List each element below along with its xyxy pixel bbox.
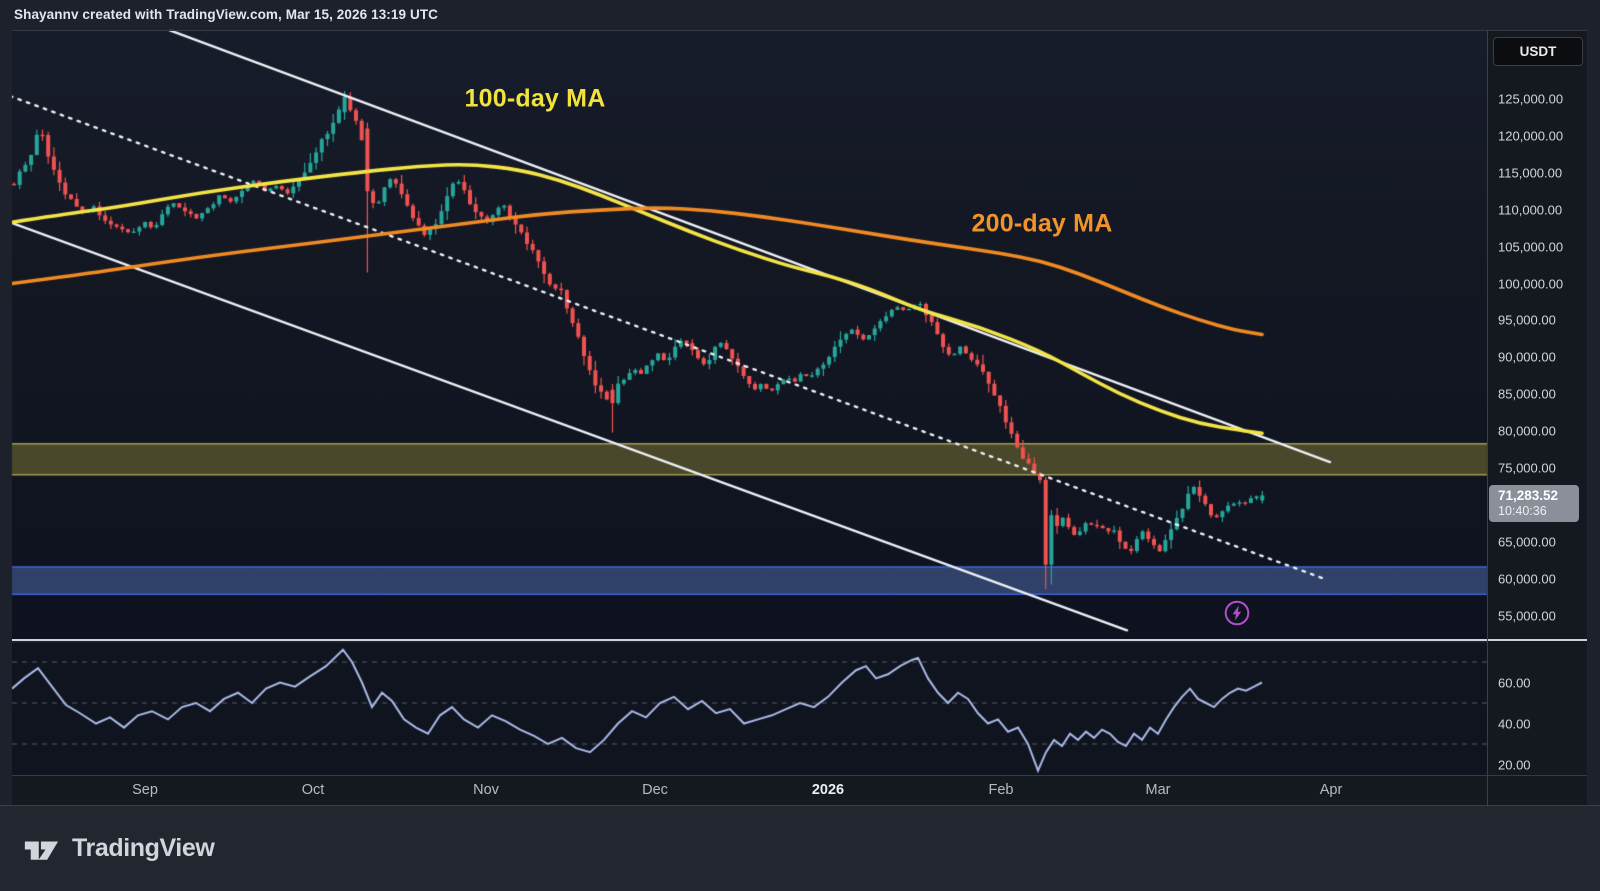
time-tick-label: Dec — [642, 782, 668, 798]
last-price-value: 71,283.52 — [1498, 487, 1559, 503]
time-tick-label: Oct — [301, 782, 325, 798]
tradingview-snapshot: Shayannv created with TradingView.com, M… — [0, 0, 1600, 891]
price-tick-label: 110,000.00 — [1498, 202, 1563, 218]
chart-canvas[interactable] — [0, 0, 1600, 891]
tradingview-logo-icon — [24, 841, 59, 860]
bar-countdown: 10:40:36 — [1498, 503, 1547, 518]
price-axis-border — [1487, 30, 1488, 805]
price-tick-label: 80,000.00 — [1498, 423, 1556, 439]
time-tick-label: Feb — [988, 782, 1014, 798]
price-tick-label: 95,000.00 — [1498, 312, 1556, 328]
time-tick-label: Mar — [1145, 782, 1171, 798]
price-tick-label: 55,000.00 — [1498, 608, 1556, 624]
pane-top-border — [12, 30, 1587, 31]
last-price-badge: 71,283.52 10:40:36 — [1489, 484, 1579, 522]
rsi-tick-label: 20.00 — [1498, 757, 1531, 772]
price-tick-label: 85,000.00 — [1498, 386, 1556, 402]
price-tick-label: 60,000.00 — [1498, 571, 1556, 587]
price-tick-label: 115,000.00 — [1498, 165, 1563, 181]
pane-separator[interactable] — [12, 639, 1587, 641]
currency-label: USDT — [1519, 44, 1557, 59]
time-axis-border — [12, 775, 1587, 776]
time-tick-label: Sep — [132, 782, 158, 798]
flash-icon[interactable] — [1222, 598, 1252, 628]
price-tick-label: 105,000.00 — [1498, 239, 1564, 255]
ma100-annotation: 100-day MA — [464, 84, 606, 113]
price-tick-label: 120,000.00 — [1498, 128, 1564, 144]
currency-toggle-button[interactable]: USDT — [1493, 37, 1583, 66]
footer-bar: TradingView — [0, 806, 1600, 891]
price-tick-label: 125,000.00 — [1498, 91, 1564, 107]
price-tick-label: 75,000.00 — [1498, 460, 1556, 476]
price-tick-label: 65,000.00 — [1498, 534, 1556, 550]
time-tick-label: 2026 — [811, 782, 845, 798]
ma200-annotation: 200-day MA — [971, 209, 1113, 238]
price-tick-label: 90,000.00 — [1498, 349, 1556, 365]
time-tick-label: Apr — [1319, 782, 1343, 798]
time-tick-label: Nov — [473, 782, 499, 798]
tradingview-wordmark: TradingView — [72, 834, 215, 862]
rsi-tick-label: 40.00 — [1498, 716, 1531, 731]
attribution-text: Shayannv created with TradingView.com, M… — [14, 7, 439, 22]
price-tick-label: 100,000.00 — [1498, 276, 1564, 291]
rsi-tick-label: 60.00 — [1498, 675, 1531, 690]
tradingview-logo[interactable]: TradingView — [22, 834, 215, 864]
